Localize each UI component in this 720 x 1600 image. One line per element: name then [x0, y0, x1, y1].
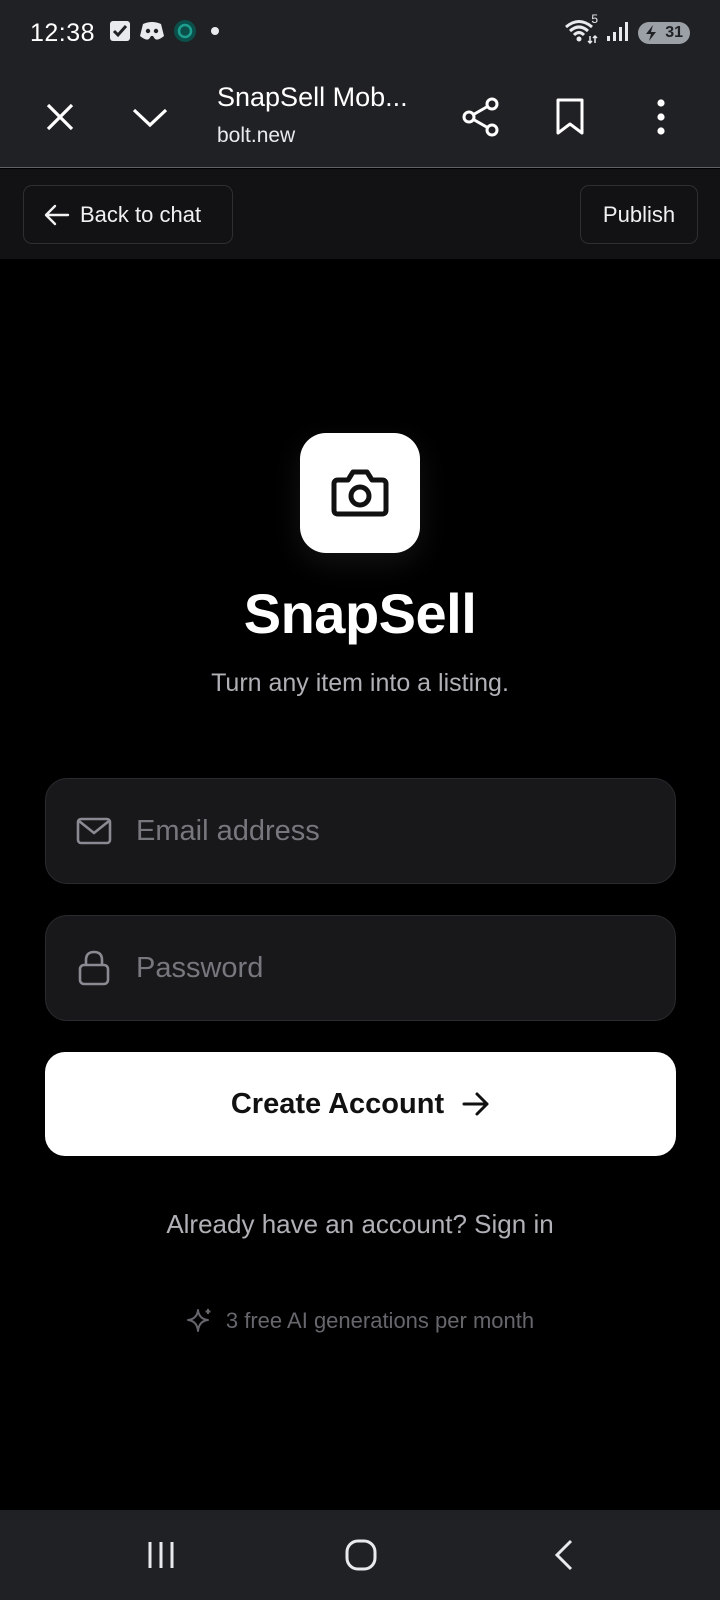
- sign-in-link[interactable]: Already have an account? Sign in: [0, 1209, 720, 1240]
- close-button[interactable]: [35, 92, 85, 142]
- arrow-right-icon: [462, 1092, 489, 1116]
- checkbox-icon: [109, 20, 131, 47]
- create-account-label: Create Account: [230, 1087, 445, 1120]
- home-button[interactable]: [331, 1530, 391, 1580]
- signup-screen: SnapSell Turn any item into a listing. C…: [0, 259, 720, 1510]
- system-nav-bar: [0, 1510, 720, 1600]
- free-generations-note: 3 free AI generations per month: [0, 1307, 720, 1335]
- notification-icons: [109, 19, 225, 48]
- wifi-icon: 5: [564, 12, 598, 49]
- browser-toolbar: SnapSell Mob... bolt.new: [0, 66, 720, 168]
- minimize-button[interactable]: [125, 92, 175, 142]
- wifi-badge: 5: [591, 11, 598, 26]
- app-name: SnapSell: [243, 582, 477, 645]
- arrow-left-icon: [44, 204, 70, 225]
- bookmark-icon: [556, 98, 584, 135]
- chevron-down-icon: [132, 108, 168, 128]
- back-to-chat-label: Back to chat: [80, 201, 202, 227]
- tab-title: SnapSell Mob...: [217, 82, 408, 112]
- free-note-text: 3 free AI generations per month: [225, 1308, 535, 1333]
- back-button[interactable]: [534, 1530, 594, 1580]
- app-logo: [300, 433, 420, 553]
- signal-icon: [606, 19, 630, 48]
- recent-apps-button[interactable]: [131, 1530, 191, 1580]
- status-time: 12:38: [30, 18, 96, 47]
- publish-button[interactable]: Publish: [580, 185, 698, 244]
- mail-icon: [76, 813, 112, 849]
- system-icons: 5 31: [564, 12, 690, 49]
- create-account-button[interactable]: Create Account: [45, 1052, 676, 1156]
- password-input[interactable]: [134, 950, 634, 986]
- sparkle-icon: [186, 1309, 211, 1332]
- camera-icon: [331, 469, 389, 517]
- more-vert-icon: [657, 99, 665, 135]
- home-icon: [345, 1539, 377, 1571]
- share-button[interactable]: [456, 90, 506, 144]
- back-icon: [554, 1539, 573, 1571]
- status-bar: 12:38 5 31: [0, 0, 720, 66]
- discord-icon: [139, 20, 165, 47]
- more-options-button[interactable]: [636, 90, 686, 144]
- bookmark-button[interactable]: [545, 90, 595, 144]
- battery-icon: 31: [638, 22, 690, 44]
- lock-icon: [76, 950, 112, 986]
- app-icon: [173, 19, 197, 48]
- recents-icon: [148, 1542, 174, 1568]
- password-field[interactable]: [45, 915, 676, 1021]
- battery-level: 31: [665, 24, 683, 41]
- email-field[interactable]: [45, 778, 676, 884]
- dot-icon: [205, 21, 225, 46]
- back-to-chat-button[interactable]: Back to chat: [23, 185, 233, 244]
- email-input[interactable]: [134, 813, 634, 849]
- share-icon: [462, 97, 499, 137]
- tagline: Turn any item into a listing.: [211, 669, 509, 697]
- close-icon: [46, 103, 74, 131]
- tab-url: bolt.new: [217, 124, 296, 147]
- app-header: Back to chat Publish: [0, 169, 720, 259]
